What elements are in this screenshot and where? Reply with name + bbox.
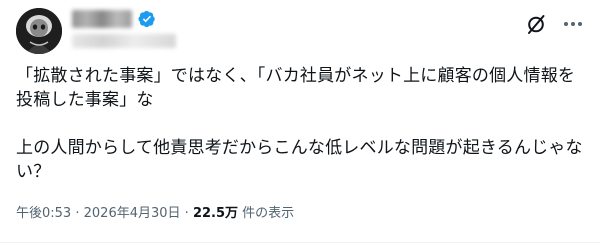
tweet-time[interactable]: 午後0:53	[16, 206, 71, 221]
tweet-meta: 午後0:53 · 2026年4月30日 · 22.5万 件の表示	[16, 203, 294, 225]
meta-separator-dot-2: ·	[184, 206, 189, 221]
grok-slash-circle-icon[interactable]	[524, 12, 548, 36]
tweet-header	[16, 8, 584, 56]
author-display-name[interactable]	[72, 10, 132, 28]
views-label: 件の表示	[242, 206, 295, 221]
tweet-text: 「拡散された事案」ではなく、「バカ社員がネット上に顧客の個人情報を投稿した事案」…	[16, 66, 583, 182]
avatar[interactable]	[16, 8, 62, 54]
author-handle[interactable]	[72, 34, 176, 48]
tweet-card: 「拡散された事案」ではなく、「バカ社員がネット上に顧客の個人情報を投稿した事案」…	[0, 0, 600, 243]
avatar-image	[16, 8, 62, 54]
author-info	[72, 10, 272, 50]
verified-badge-icon	[138, 10, 155, 28]
header-actions	[524, 12, 584, 36]
views-count[interactable]: 22.5万	[193, 206, 238, 221]
more-horizontal-icon[interactable]	[562, 12, 584, 36]
tweet-date[interactable]: 2026年4月30日	[84, 206, 181, 221]
meta-separator-dot: ·	[75, 206, 80, 221]
